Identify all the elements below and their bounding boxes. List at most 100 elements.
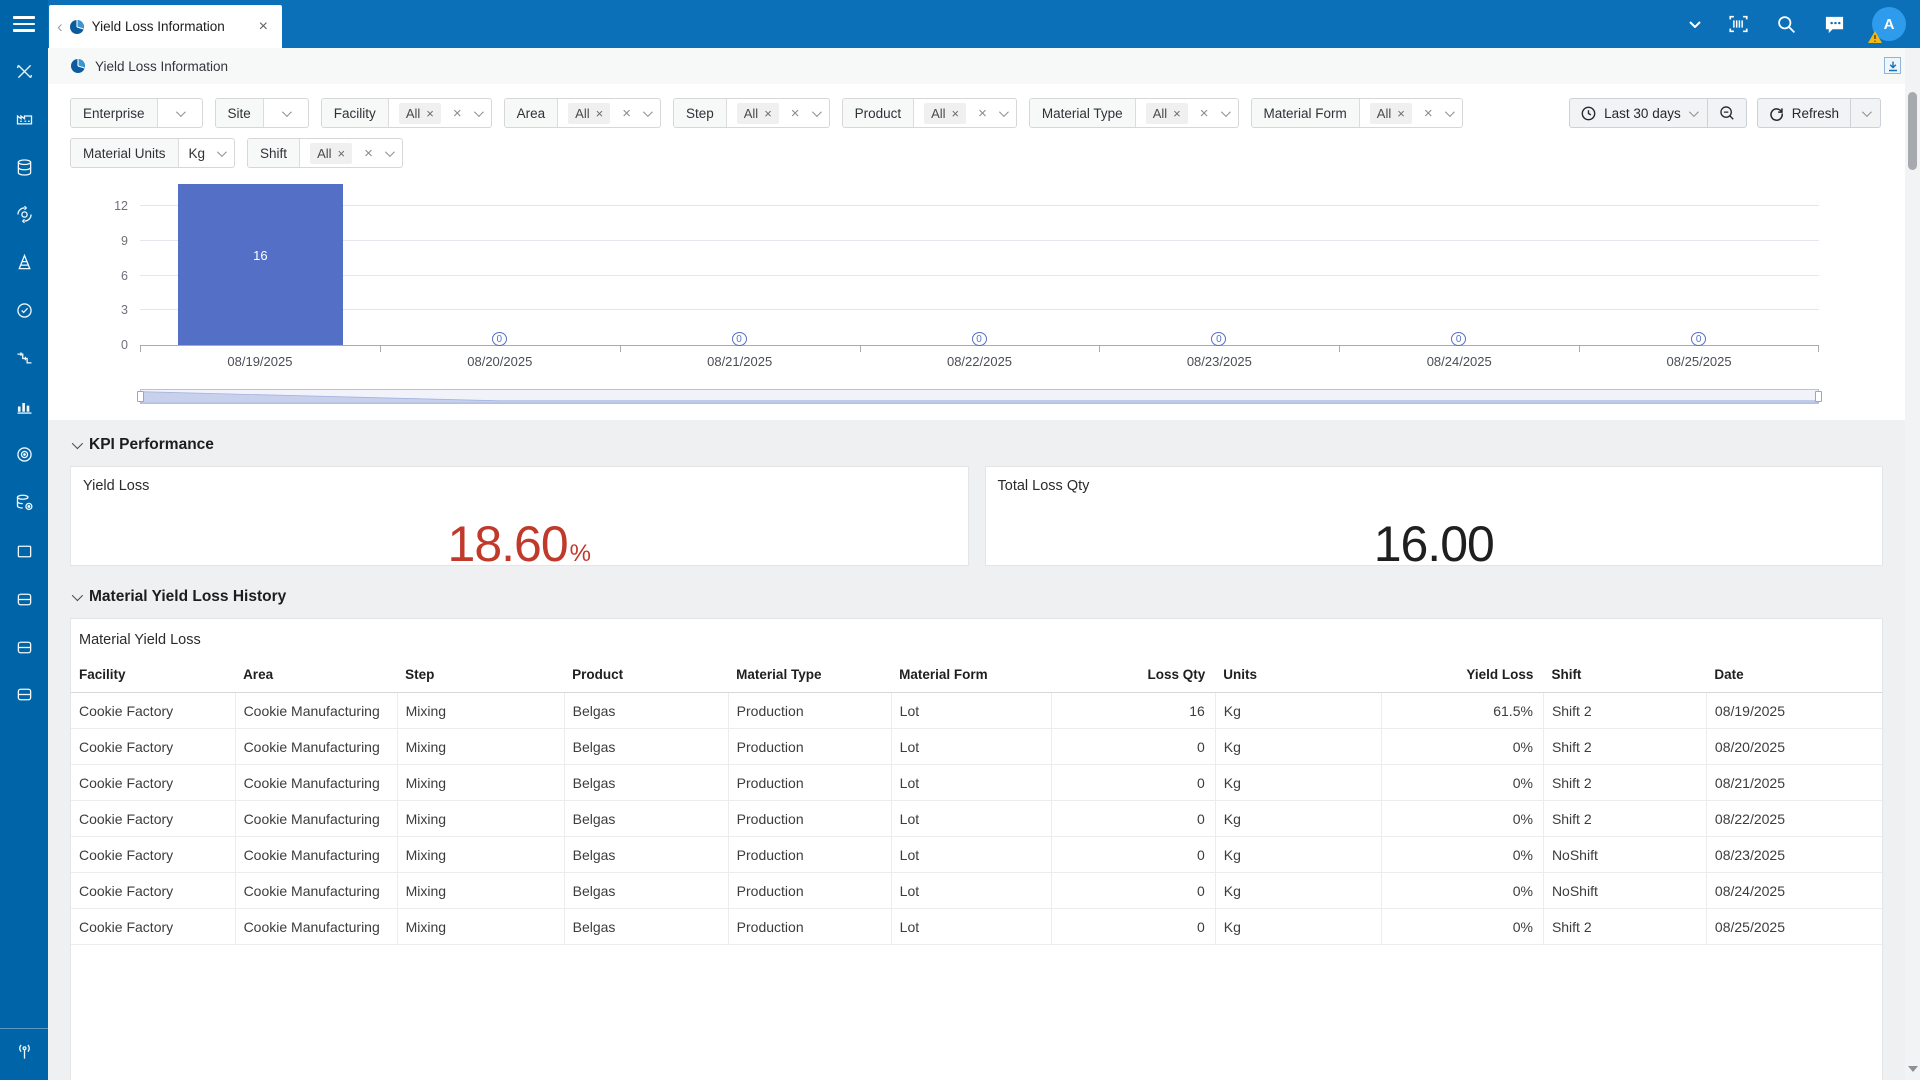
x-tick: 08/23/2025 [1099, 346, 1339, 369]
section-title: KPI Performance [89, 436, 214, 454]
clock-icon [1581, 106, 1596, 121]
refresh-options-button[interactable] [1850, 99, 1880, 127]
y-tick: 12 [84, 199, 128, 213]
gauge-check-icon[interactable] [12, 298, 36, 322]
chevron-down-icon[interactable] [1445, 107, 1455, 117]
tab-close-icon[interactable]: × [255, 19, 272, 35]
table-row[interactable]: Cookie FactoryCookie ManufacturingMixing… [71, 837, 1882, 873]
chip-remove-icon[interactable]: × [596, 107, 604, 120]
filter-chip-all[interactable]: All× [737, 103, 779, 124]
tab-yield-loss-information[interactable]: ‹ Yield Loss Information × [49, 5, 282, 48]
col-header[interactable]: Date [1706, 659, 1882, 693]
chip-remove-icon[interactable]: × [1397, 107, 1405, 120]
chip-remove-icon[interactable]: × [952, 107, 960, 120]
panel-three-icon[interactable] [12, 682, 36, 706]
panel-one-icon[interactable] [12, 587, 36, 611]
breadcrumb: Yield Loss Information [48, 48, 1905, 84]
zero-marker: 0 [492, 332, 507, 346]
chevron-down-icon[interactable] [474, 107, 484, 117]
data-zoom-left-handle[interactable] [137, 391, 144, 402]
filter-chip-all[interactable]: All× [399, 103, 441, 124]
collapse-chevron-icon[interactable] [72, 438, 83, 449]
col-header[interactable]: Facility [71, 659, 235, 693]
col-header[interactable]: Step [397, 659, 564, 693]
chip-remove-icon[interactable]: × [1173, 107, 1181, 120]
scrollbar-thumb[interactable] [1908, 92, 1917, 170]
chevron-down-icon[interactable] [812, 107, 822, 117]
panel-two-icon[interactable] [12, 635, 36, 659]
chevron-down-icon[interactable] [1220, 107, 1230, 117]
equipment-icon[interactable] [12, 107, 36, 131]
chip-remove-icon[interactable]: × [764, 107, 772, 120]
chat-icon[interactable] [1823, 14, 1846, 35]
chevron-down-icon[interactable] [1689, 21, 1701, 28]
search-icon[interactable] [1776, 14, 1797, 35]
time-range-button[interactable]: Last 30 days [1570, 99, 1707, 127]
chevron-down-icon[interactable] [282, 107, 292, 117]
clear-filter-icon[interactable]: × [453, 106, 462, 121]
database-icon[interactable] [12, 155, 36, 179]
clear-filter-icon[interactable]: × [791, 106, 800, 121]
vertical-scrollbar[interactable] [1905, 48, 1920, 1080]
workflow-steps-icon[interactable] [12, 346, 36, 370]
col-header[interactable]: Material Type [728, 659, 891, 693]
avatar[interactable]: A [1872, 7, 1906, 41]
tab-back-icon[interactable]: ‹ [57, 18, 63, 35]
window-icon[interactable] [12, 539, 36, 563]
x-tick: 08/22/2025 [860, 346, 1100, 369]
cone-icon[interactable] [12, 250, 36, 274]
target-icon[interactable] [12, 442, 36, 466]
slide-panel-icon[interactable] [1884, 57, 1901, 74]
clear-filter-icon[interactable]: × [1424, 106, 1433, 121]
chip-remove-icon[interactable]: × [338, 147, 346, 160]
process-sync-icon[interactable] [12, 202, 36, 226]
table-row[interactable]: Cookie FactoryCookie ManufacturingMixing… [71, 693, 1882, 729]
table-row[interactable]: Cookie FactoryCookie ManufacturingMixing… [71, 801, 1882, 837]
clear-filter-icon[interactable]: × [622, 106, 631, 121]
col-header[interactable]: Yield Loss [1381, 659, 1543, 693]
filter-chip-all[interactable]: All× [568, 103, 610, 124]
col-header[interactable]: Area [235, 659, 397, 693]
chevron-down-icon[interactable] [176, 107, 186, 117]
table-row[interactable]: Cookie FactoryCookie ManufacturingMixing… [71, 873, 1882, 909]
y-tick: 3 [84, 303, 128, 317]
y-tick: 6 [84, 269, 128, 283]
tools-icon[interactable] [12, 59, 36, 83]
data-view-icon[interactable] [12, 490, 36, 514]
col-header[interactable]: Product [564, 659, 728, 693]
chevron-down-icon[interactable] [217, 147, 227, 157]
barcode-scanner-icon[interactable] [1727, 13, 1750, 35]
zoom-out-button[interactable] [1707, 99, 1746, 127]
col-header[interactable]: Shift [1543, 659, 1706, 693]
antenna-icon[interactable] [12, 1040, 36, 1064]
table-row[interactable]: Cookie FactoryCookie ManufacturingMixing… [71, 729, 1882, 765]
table-row[interactable]: Cookie FactoryCookie ManufacturingMixing… [71, 909, 1882, 945]
col-header[interactable]: Units [1215, 659, 1381, 693]
filter-chip-all[interactable]: All× [310, 143, 352, 164]
filter-label: Shift [248, 139, 300, 167]
kpi-value: 16.00 [1374, 519, 1494, 569]
chevron-down-icon[interactable] [643, 107, 653, 117]
chip-remove-icon[interactable]: × [426, 107, 434, 120]
col-header[interactable]: Material Form [891, 659, 1051, 693]
menu-icon[interactable] [13, 16, 35, 32]
pie-chart-icon [69, 19, 85, 35]
bar-chart-icon[interactable] [12, 394, 36, 418]
table-row[interactable]: Cookie FactoryCookie ManufacturingMixing… [71, 765, 1882, 801]
clear-filter-icon[interactable]: × [1200, 106, 1209, 121]
filter-chip-all[interactable]: All× [1146, 103, 1188, 124]
chart-plot-area: 12 9 6 3 0 16 0 0 0 0 0 0 [140, 184, 1819, 346]
collapse-chevron-icon[interactable] [72, 590, 83, 601]
filter-chip-all[interactable]: All× [1370, 103, 1412, 124]
chevron-down-icon[interactable] [999, 107, 1009, 117]
data-zoom-slider[interactable] [140, 389, 1819, 404]
refresh-button[interactable]: Refresh [1758, 99, 1850, 127]
scrollbar-down-arrow[interactable] [1908, 1066, 1918, 1072]
clear-filter-icon[interactable]: × [364, 146, 373, 161]
chevron-down-icon[interactable] [385, 147, 395, 157]
filter-chip-all[interactable]: All× [924, 103, 966, 124]
zero-marker: 0 [732, 332, 747, 346]
data-zoom-right-handle[interactable] [1815, 391, 1822, 402]
clear-filter-icon[interactable]: × [978, 106, 987, 121]
col-header[interactable]: Loss Qty [1051, 659, 1215, 693]
